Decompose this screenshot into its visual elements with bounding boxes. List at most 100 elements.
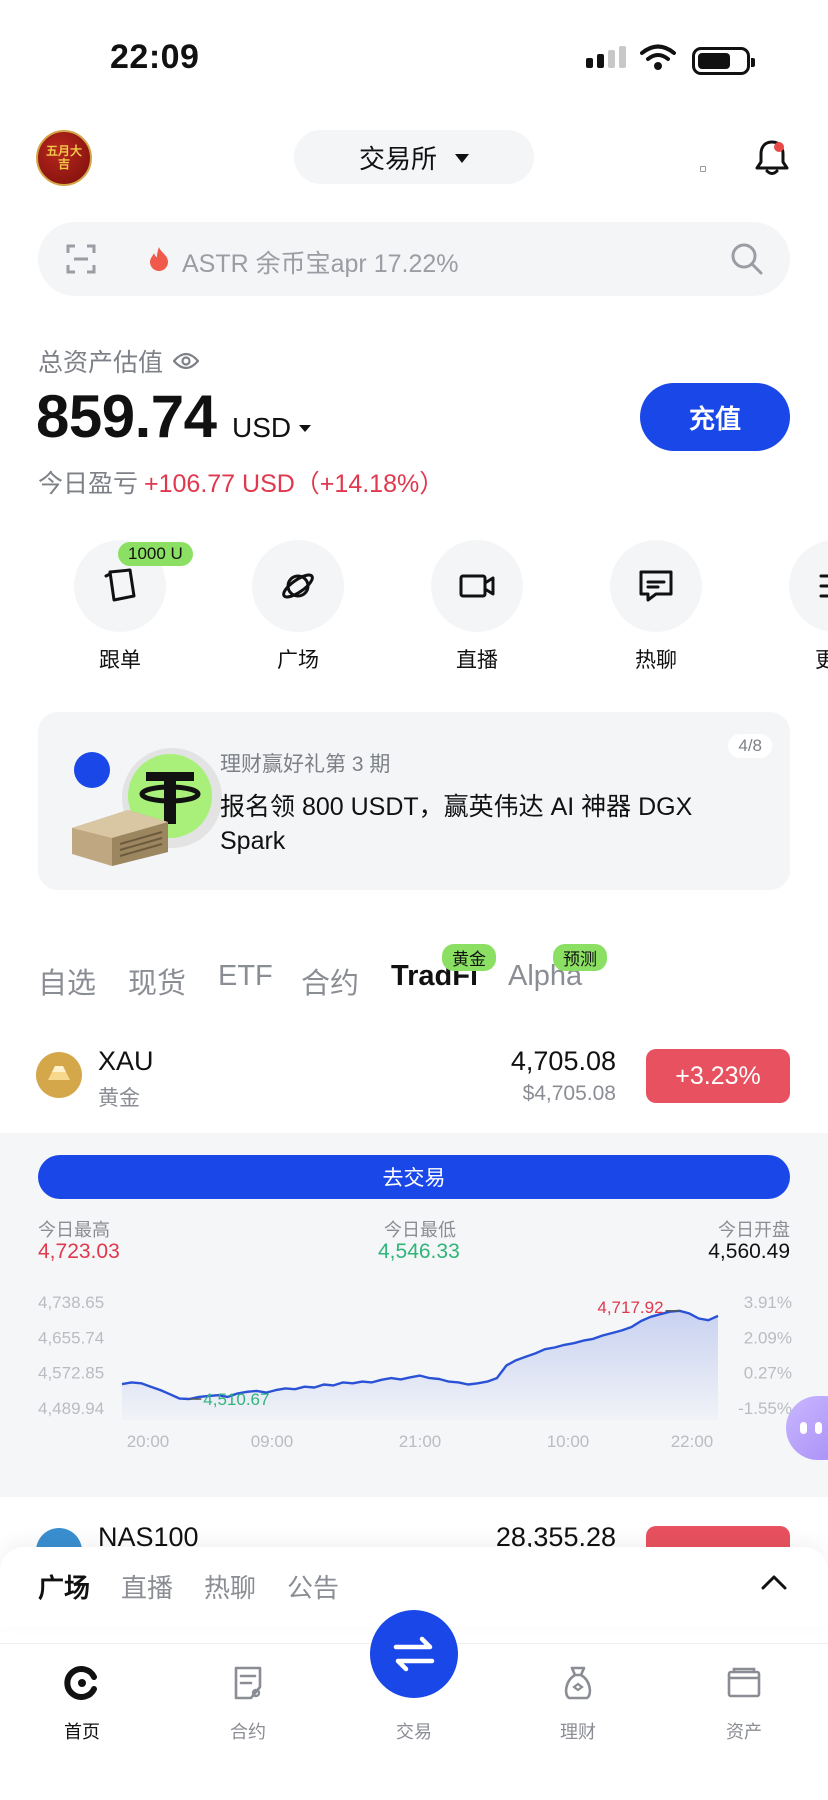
exchange-selector[interactable]: 交易所 [294,130,534,184]
shortcut-label: 直播 [456,649,498,672]
asset-change-badge[interactable]: +3.23% [646,1049,790,1103]
stat-low-value: 4,546.33 [378,1240,460,1263]
eye-icon[interactable] [173,352,200,370]
pnl-value: +106.77 USD（+14.18%） [144,470,445,498]
status-bar: 22:09 [0,0,828,120]
nav-earn[interactable]: 理财 [528,1660,628,1744]
search-icon[interactable] [730,242,764,276]
min-annotation: 4,510.67 [203,1390,269,1409]
x-tick: 21:00 [399,1432,442,1451]
asset-name: 黄金 [98,1087,140,1110]
money-bag-icon [564,1666,592,1700]
stat-low-label: 今日最低 [384,1220,456,1240]
stat-open-value: 4,560.49 [708,1240,790,1263]
banner-title: 报名领 800 USDT，赢英伟达 AI 神器 DGX Spark [220,793,693,855]
nav-trade-button[interactable] [370,1610,458,1698]
nav-label: 理财 [560,1722,596,1742]
max-annotation: 4,717.92 [597,1298,663,1317]
currency-selector[interactable]: USD [232,412,312,444]
scan-icon[interactable] [66,244,96,274]
sheet-tab-announcements[interactable]: 公告 [287,1568,339,1605]
battery-icon [692,47,755,75]
nav-label: 交易 [396,1722,432,1742]
shortcut-label: 广场 [277,649,319,672]
small-square-icon [700,166,706,172]
tab-futures[interactable]: 合约 [301,960,359,1002]
tab-tag-predict: 预测 [553,944,607,971]
bell-icon[interactable] [754,138,790,176]
y-tick-right: -1.55% [738,1399,792,1418]
sheet-tab-live[interactable]: 直播 [121,1568,173,1605]
tab-etf[interactable]: ETF [218,960,273,993]
avatar-text: 五月大吉 [46,144,83,171]
exchange-label: 交易所 [358,143,437,174]
home-icon [64,1666,97,1700]
y-tick-right: 0.27% [744,1364,792,1383]
y-tick-right: 2.09% [744,1328,792,1347]
status-time: 22:09 [110,38,200,76]
nav-label: 资产 [726,1722,762,1742]
shortcut-live[interactable]: 直播 [431,540,523,674]
nav-home[interactable]: 首页 [32,1660,132,1744]
caret-down-icon [455,153,469,163]
planet-icon [282,573,314,599]
promo-banner[interactable]: 理财赢好礼第 3 期 报名领 800 USDT，赢英伟达 AI 神器 DGX S… [38,712,790,890]
x-tick: 20:00 [127,1432,170,1451]
stat-open-label: 今日开盘 [718,1220,790,1240]
shortcut-more[interactable]: 更 [789,540,828,674]
chevron-up-icon[interactable] [760,1572,788,1592]
cellular-signal-icon [586,46,626,68]
nav-assets[interactable]: 资产 [694,1660,794,1744]
stat-high-value: 4,723.03 [38,1240,120,1263]
banner-page-indicator: 4/8 [728,734,772,758]
total-assets-label: 总资产估值 [38,343,200,379]
tab-tag-gold: 黄金 [442,944,496,971]
flame-icon [150,247,168,271]
x-tick: 22:00 [671,1432,714,1451]
go-trade-button[interactable]: 去交易 [38,1155,790,1199]
gold-icon [36,1052,82,1098]
y-tick-left: 4,489.94 [38,1399,104,1418]
wifi-icon [640,44,676,70]
shortcut-label: 跟单 [99,649,141,672]
more-icon [819,574,828,598]
chat-icon [639,570,673,602]
shortcut-label: 热聊 [635,649,677,672]
usdt-promo-illustration [72,748,222,866]
futures-icon [234,1666,262,1700]
search-placeholder: ASTR 余币宝apr 17.22% [182,250,459,278]
pnl-label: 今日盈亏 [38,470,139,498]
bonus-badge: 1000 U [118,542,193,566]
x-tick: 10:00 [547,1432,590,1451]
wallet-icon [727,1667,761,1698]
price-chart[interactable]: 4,738.65 4,655.74 4,572.85 4,489.94 3.91% 2.0… [30,1288,800,1468]
y-tick-left: 4,655.74 [38,1328,104,1347]
shortcut-square[interactable]: 广场 [252,540,344,674]
x-tick: 09:00 [251,1432,294,1451]
shortcut-label: 更 [815,649,828,672]
avatar[interactable]: 五月大吉 [36,130,92,186]
asset-price: 4,705.08 [510,1046,616,1076]
search-bar[interactable]: ASTR 余币宝apr 17.22% [38,222,790,296]
nav-label: 首页 [64,1722,100,1742]
notification-dot [774,142,784,152]
tab-spot[interactable]: 现货 [128,960,186,1002]
tab-favorites[interactable]: 自选 [38,960,96,1002]
shortcut-chat[interactable]: 热聊 [610,540,702,674]
y-tick-left: 4,738.65 [38,1293,104,1312]
video-camera-icon [459,574,495,598]
asset-symbol: XAU [98,1046,154,1076]
total-assets-label-text: 总资产估值 [38,349,164,377]
nav-futures[interactable]: 合约 [198,1660,298,1744]
y-tick-left: 4,572.85 [38,1364,104,1383]
sheet-tab-chat[interactable]: 热聊 [204,1568,256,1605]
deposit-button[interactable]: 充值 [640,383,790,451]
nav-label: 合约 [230,1722,266,1742]
sheet-tab-square[interactable]: 广场 [38,1568,90,1605]
total-assets-value: 859.74 [36,383,217,450]
y-tick-right: 3.91% [744,1293,792,1312]
swap-arrows-icon [393,1636,435,1672]
caret-down-icon [299,424,312,432]
asset-usd-price: $4,705.08 [522,1082,616,1105]
currency-label: USD [232,412,292,443]
